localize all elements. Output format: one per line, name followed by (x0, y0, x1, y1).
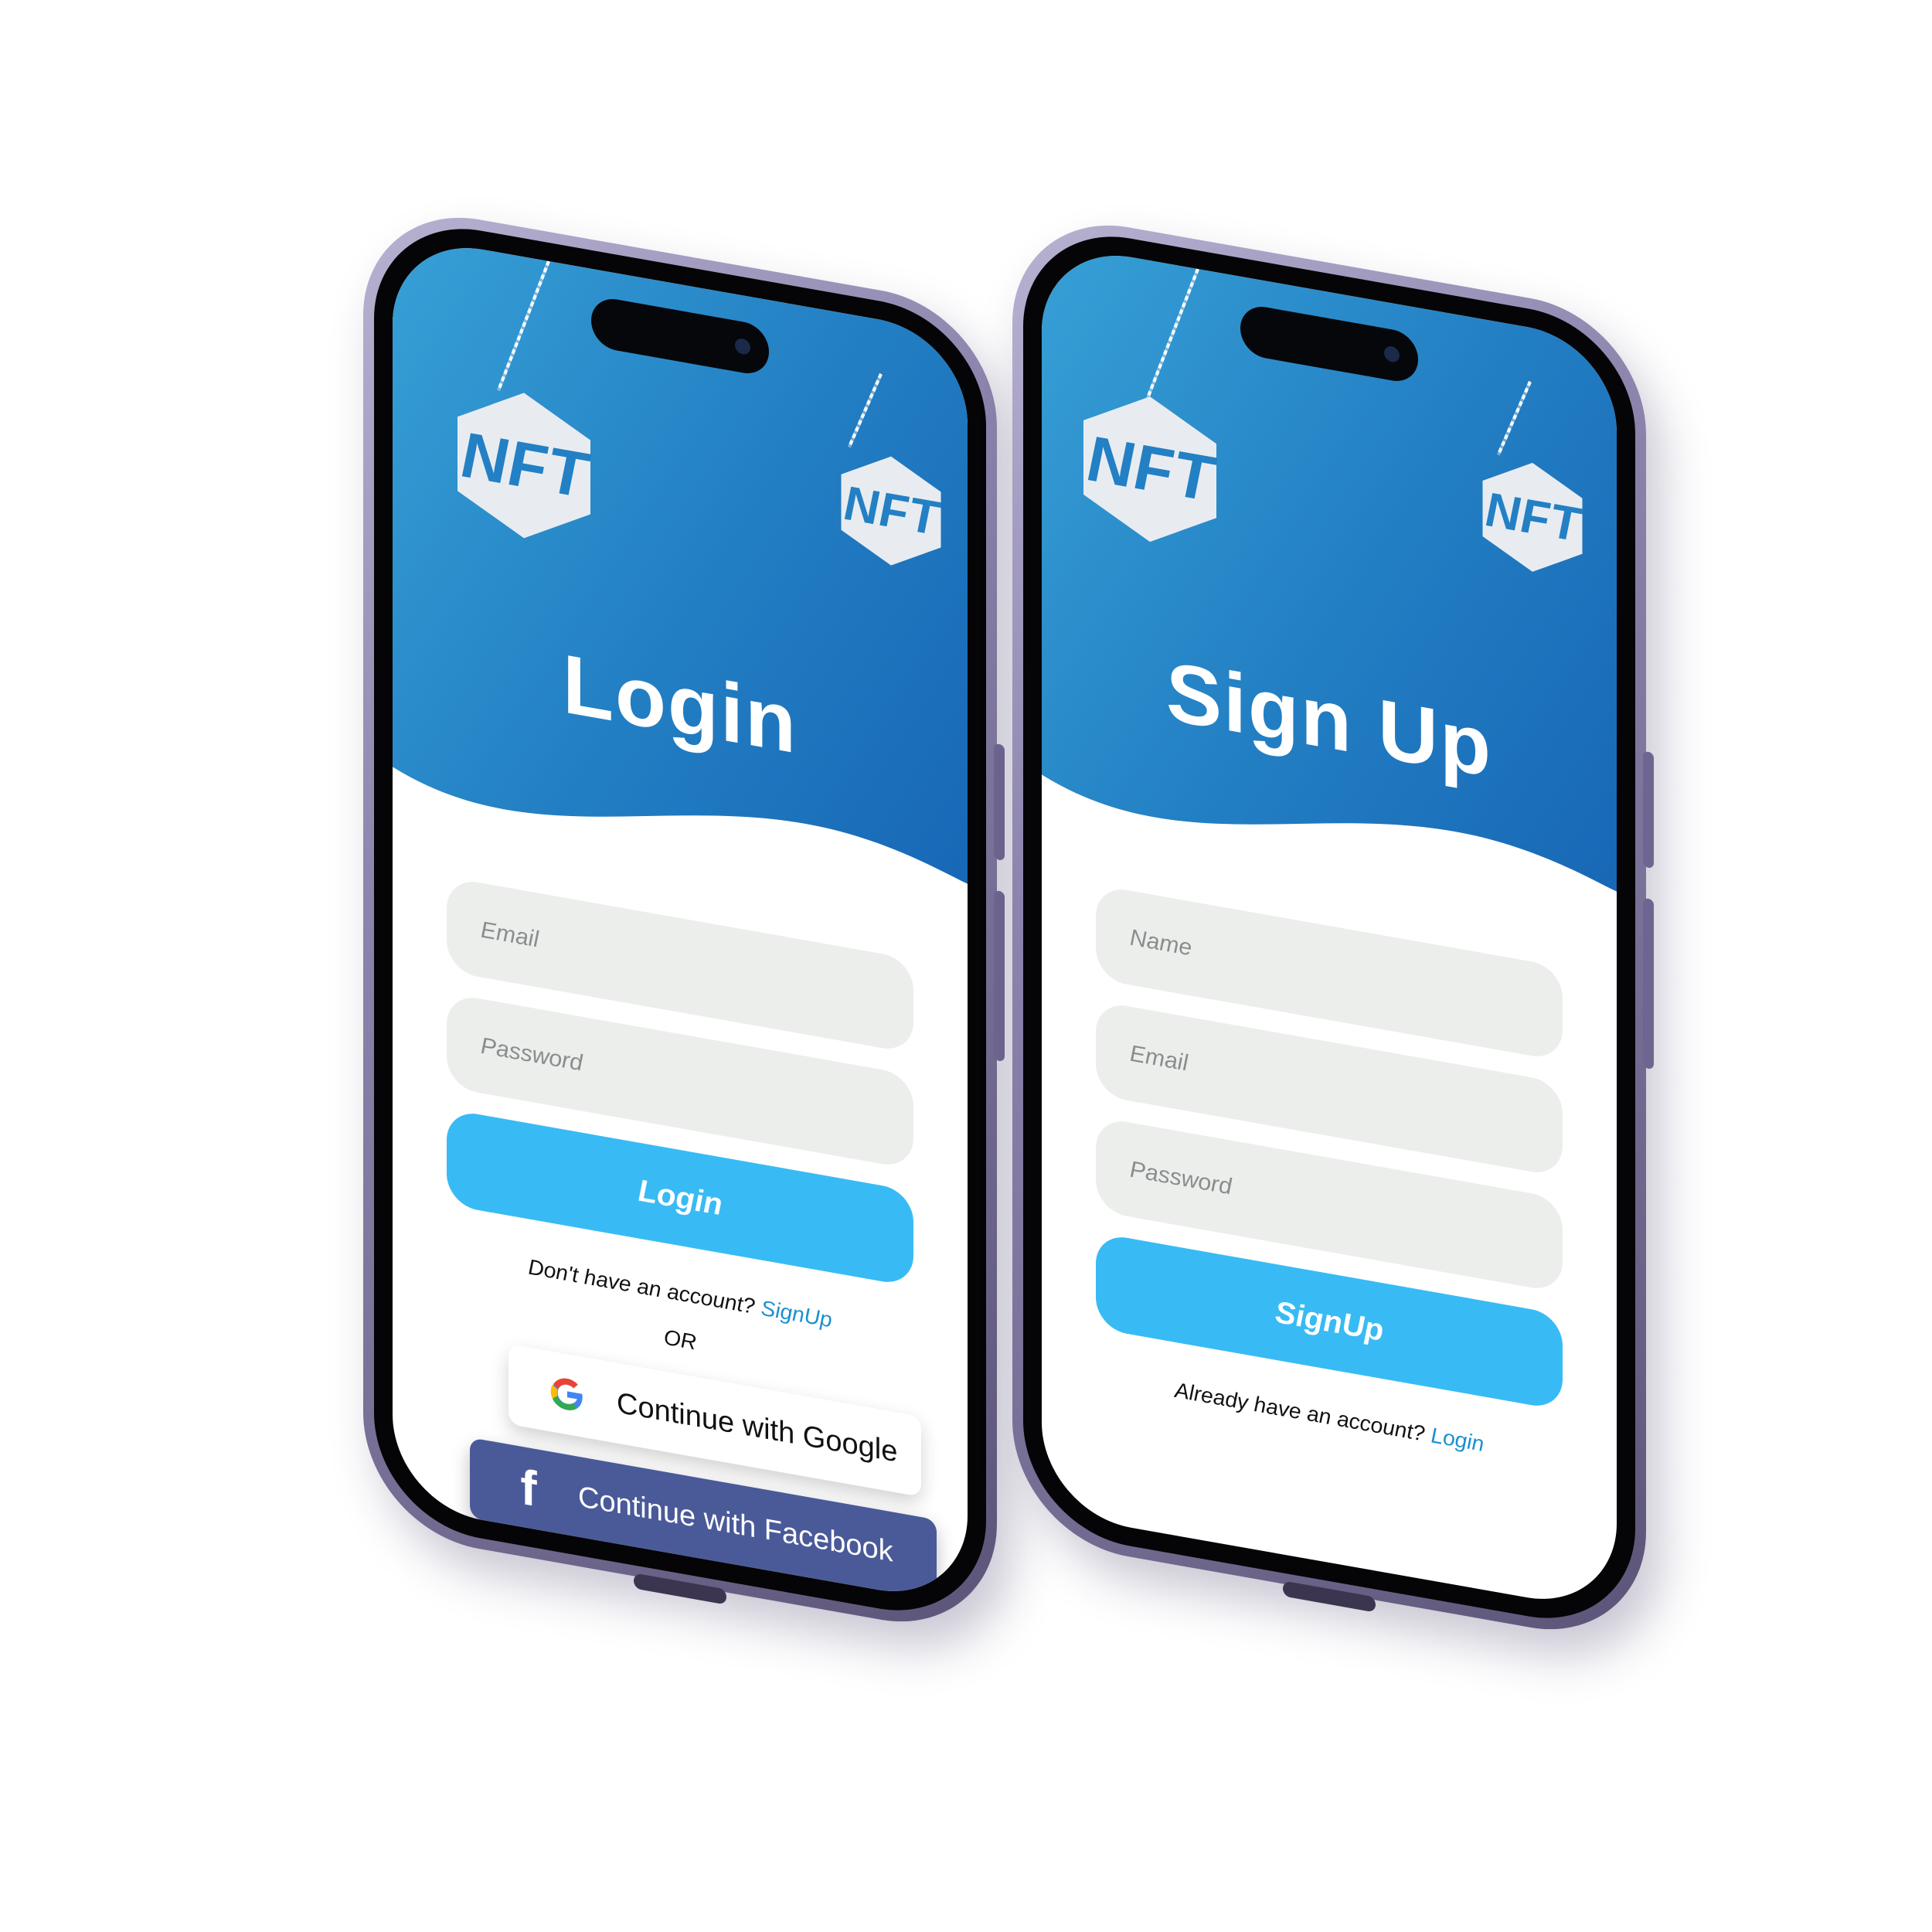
volume-button (1643, 750, 1654, 869)
nft-badge-icon: NFT (1083, 396, 1218, 543)
power-button (1643, 897, 1654, 1070)
google-icon (544, 1367, 590, 1422)
login-phone-mockup: NFT NFT Login Login Don't have an accoun… (363, 199, 1005, 1641)
nft-badge-icon: NFT (457, 393, 592, 539)
login-prompt-text: Already have an account? (1174, 1377, 1425, 1446)
power-button (994, 889, 1005, 1063)
login-link[interactable]: Login (1431, 1423, 1485, 1456)
facebook-icon: f (520, 1458, 537, 1518)
camera-lens (1384, 345, 1400, 364)
camera-lens (735, 337, 750, 356)
signup-phone-mockup: NFT NFT Sign Up SignUp Already have an a… (1012, 206, 1654, 1648)
google-button-label: Continue with Google (617, 1386, 898, 1469)
signup-screen: NFT NFT Sign Up SignUp Already have an a… (1042, 241, 1617, 1614)
nft-badge-icon: NFT (1482, 462, 1583, 572)
login-screen: NFT NFT Login Login Don't have an accoun… (393, 233, 968, 1606)
nft-badge-icon: NFT (841, 456, 942, 566)
volume-button (994, 743, 1005, 862)
signup-link[interactable]: SignUp (761, 1295, 832, 1332)
